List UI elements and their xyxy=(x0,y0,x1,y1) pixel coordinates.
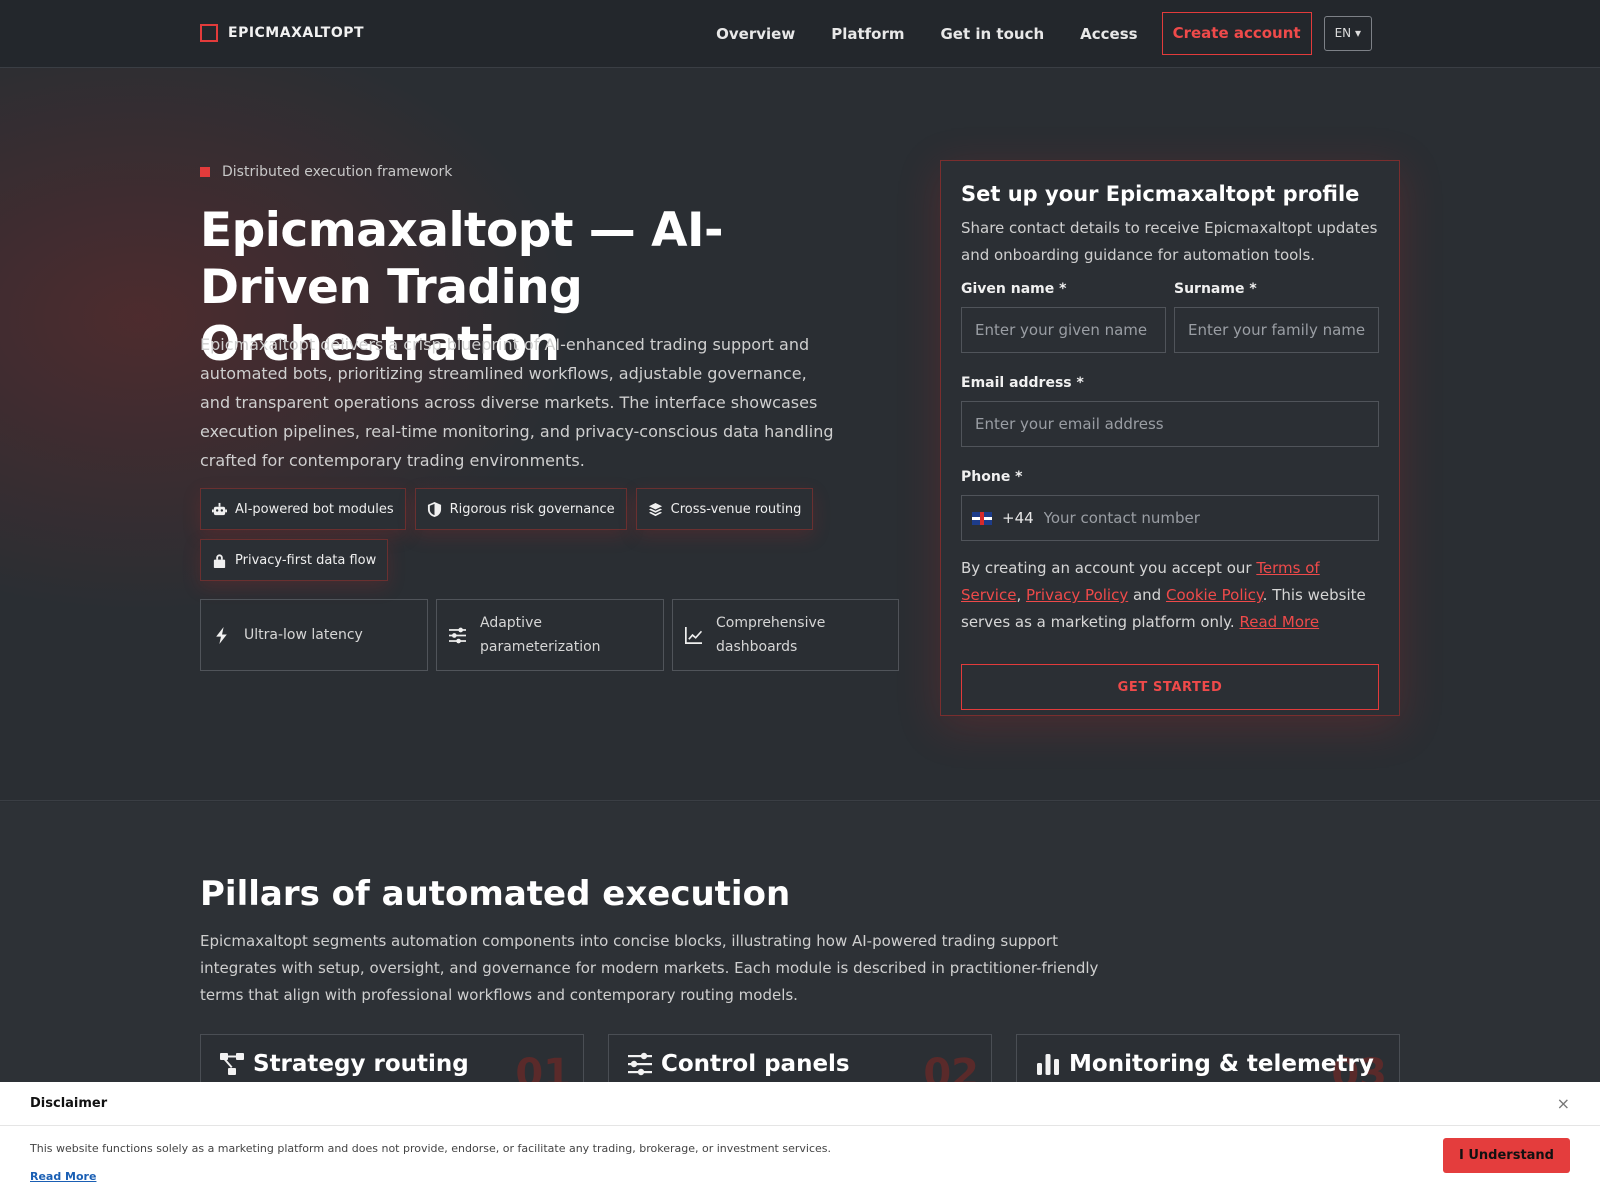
privacy-policy-link[interactable]: Privacy Policy xyxy=(1026,586,1128,604)
form-title: Set up your Epicmaxaltopt profile xyxy=(961,182,1360,206)
shield-icon xyxy=(427,501,441,517)
signup-form: Set up your Epicmaxaltopt profile Share … xyxy=(940,160,1400,716)
i-understand-button[interactable]: I Understand xyxy=(1443,1138,1570,1173)
surname-input[interactable] xyxy=(1174,307,1379,353)
close-icon[interactable]: × xyxy=(1557,1094,1570,1113)
disclaimer-banner: Disclaimer × This website functions sole… xyxy=(0,1082,1600,1200)
eyebrow: Distributed execution framework xyxy=(200,164,452,180)
feature-label: Comprehensive dashboards xyxy=(716,615,826,655)
bolt-icon xyxy=(216,626,227,644)
read-more-link[interactable]: Read More xyxy=(1239,613,1319,631)
email-input[interactable] xyxy=(961,401,1379,447)
disclaimer-read-more-link[interactable]: Read More xyxy=(30,1170,96,1183)
feature-chips: AI-powered bot modules Rigorous risk gov… xyxy=(200,488,840,581)
uk-flag-icon[interactable] xyxy=(972,511,992,525)
cookie-policy-link[interactable]: Cookie Policy xyxy=(1166,586,1263,604)
chip-ai-bots: AI-powered bot modules xyxy=(200,488,406,530)
lock-icon xyxy=(213,553,226,568)
site-header: EPICMAXALTOPT Overview Platform Get in t… xyxy=(0,0,1600,68)
create-account-button[interactable]: Create account xyxy=(1161,12,1312,55)
hero-section: Distributed execution framework Epicmaxa… xyxy=(0,68,1600,801)
robot-icon xyxy=(212,502,227,515)
disclaimer-title: Disclaimer xyxy=(30,1096,108,1111)
language-selector[interactable]: EN ▾ xyxy=(1323,16,1372,51)
feature-dashboards: Comprehensive dashboards xyxy=(672,599,899,671)
terms-separator: , xyxy=(1016,586,1026,604)
card-header: Control panels xyxy=(627,1051,973,1077)
given-name-label: Given name * xyxy=(961,281,1067,297)
bar-chart-icon xyxy=(1037,1054,1059,1075)
card-header: Strategy routing xyxy=(219,1051,565,1077)
chip-label: AI-powered bot modules xyxy=(235,501,394,517)
disclaimer-text: This website functions solely as a marke… xyxy=(30,1142,831,1155)
chip-risk-governance: Rigorous risk governance xyxy=(414,488,627,530)
chip-cross-venue: Cross-venue routing xyxy=(635,488,814,530)
pillars-title: Pillars of automated execution xyxy=(200,874,791,914)
phone-country-code[interactable]: +44 xyxy=(1002,509,1034,527)
feature-label: Ultra-low latency xyxy=(244,627,363,643)
disclaimer-header: Disclaimer × xyxy=(0,1082,1600,1126)
sliders-icon xyxy=(628,1052,652,1076)
layers-icon xyxy=(648,502,662,516)
given-name-group: Given name * xyxy=(961,281,1166,353)
nav-overview[interactable]: Overview xyxy=(698,13,813,55)
feature-parameterization: Adaptive parameterization xyxy=(436,599,664,671)
chart-line-icon xyxy=(685,626,702,644)
routing-icon xyxy=(220,1053,244,1075)
card-title: Strategy routing xyxy=(253,1051,469,1077)
chip-label: Cross-venue routing xyxy=(670,501,802,517)
pillars-description: Epicmaxaltopt segments automation compon… xyxy=(200,932,1099,1004)
phone-group: Phone * +44 xyxy=(961,469,1379,541)
nav-platform[interactable]: Platform xyxy=(813,13,922,55)
feature-latency: Ultra-low latency xyxy=(200,599,428,671)
chip-label: Privacy-first data flow xyxy=(235,552,377,568)
surname-label: Surname * xyxy=(1174,281,1257,297)
eyebrow-text: Distributed execution framework xyxy=(222,164,453,180)
given-name-input[interactable] xyxy=(961,307,1166,353)
get-started-button[interactable]: GET STARTED xyxy=(961,664,1379,710)
chip-label: Rigorous risk governance xyxy=(449,501,615,517)
phone-input[interactable] xyxy=(1043,509,1368,527)
card-title: Monitoring & telemetry xyxy=(1069,1051,1374,1077)
nav-access[interactable]: Access xyxy=(1062,13,1155,55)
logo-text: EPICMAXALTOPT xyxy=(228,25,365,41)
surname-group: Surname * xyxy=(1174,281,1379,353)
feature-tiles: Ultra-low latency Adaptive parameterizat… xyxy=(200,599,899,671)
chip-privacy: Privacy-first data flow xyxy=(200,539,389,581)
feature-label: Adaptive parameterization xyxy=(480,615,601,655)
pillars-section: Pillars of automated execution Epicmaxal… xyxy=(0,802,1600,1114)
email-group: Email address * xyxy=(961,375,1379,447)
logo-square-icon xyxy=(200,24,218,42)
terms-prefix: By creating an account you accept our xyxy=(961,559,1257,577)
main-nav: Overview Platform Get in touch Access Cr… xyxy=(698,12,1372,55)
terms-and: and xyxy=(1128,586,1166,604)
logo[interactable]: EPICMAXALTOPT xyxy=(200,24,364,42)
email-label: Email address * xyxy=(961,375,1084,391)
hero-description: Epicmaxaltopt delivers a crisp blueprint… xyxy=(200,335,834,470)
name-row: Given name * Surname * xyxy=(961,281,1379,353)
phone-label: Phone * xyxy=(961,469,1023,485)
card-header: Monitoring & telemetry xyxy=(1035,1051,1381,1077)
terms-text: By creating an account you accept our Te… xyxy=(961,555,1379,636)
card-title: Control panels xyxy=(661,1051,850,1077)
form-subtitle: Share contact details to receive Epicmax… xyxy=(961,219,1378,264)
nav-get-in-touch[interactable]: Get in touch xyxy=(923,13,1063,55)
eyebrow-square-icon xyxy=(200,167,210,177)
sliders-icon xyxy=(449,627,466,643)
phone-field: +44 xyxy=(961,495,1379,541)
